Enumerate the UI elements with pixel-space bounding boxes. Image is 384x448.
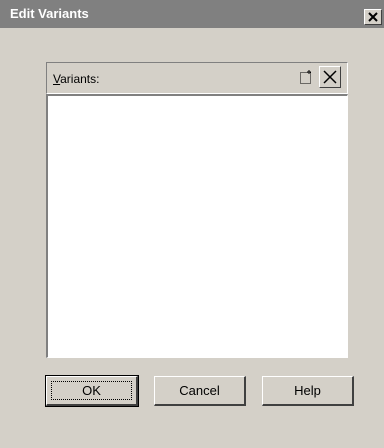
- cancel-button-label: Cancel: [179, 383, 220, 398]
- close-icon: [368, 12, 378, 22]
- variants-header: Variants:: [46, 62, 348, 94]
- help-button[interactable]: Help: [262, 376, 354, 406]
- variants-group: Variants:: [46, 62, 348, 360]
- ok-button[interactable]: OK: [45, 375, 139, 407]
- focus-rectangle: [51, 381, 132, 400]
- edit-variants-dialog: Edit Variants Variants: OK Cancel Help: [0, 0, 384, 448]
- close-button[interactable]: [364, 9, 382, 25]
- window-title: Edit Variants: [10, 6, 89, 21]
- variants-list[interactable]: [46, 94, 348, 358]
- delete-icon: [323, 70, 337, 84]
- new-item-icon: [300, 70, 311, 84]
- title-bar[interactable]: Edit Variants: [0, 0, 384, 28]
- help-button-label: Help: [294, 383, 321, 398]
- variants-label: Variants:: [53, 72, 100, 86]
- new-variant-button[interactable]: [295, 66, 317, 88]
- delete-variant-button[interactable]: [319, 66, 341, 88]
- cancel-button[interactable]: Cancel: [154, 376, 246, 406]
